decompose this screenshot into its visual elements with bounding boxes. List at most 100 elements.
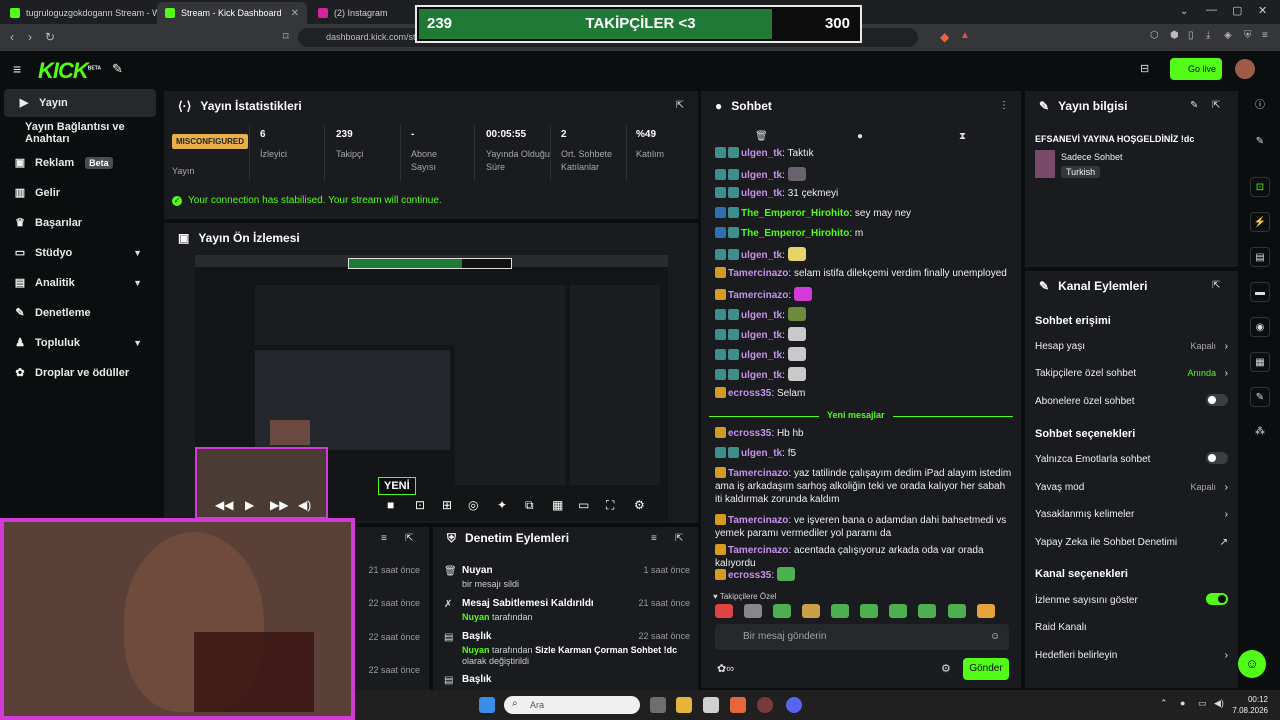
avatar[interactable] — [1235, 59, 1255, 79]
kick-points-icon[interactable]: ✿∞ — [717, 662, 734, 675]
emote-bar[interactable] — [715, 604, 1009, 620]
brave-shield-icon[interactable]: ◆ — [940, 30, 949, 44]
browser-tab[interactable]: tugruloguzgokdogann Stream - Wat — [2, 2, 157, 24]
popout-icon[interactable]: ⇱ — [405, 533, 413, 544]
sidebar-item-topluluk[interactable]: ♟ Topluluk ▼ — [0, 329, 160, 357]
trash-icon[interactable]: 🗑 — [755, 131, 768, 142]
emote-only-row[interactable]: Yalnızca Emotlarla sohbet — [1035, 452, 1228, 465]
kick-logo[interactable]: KICKBETA — [38, 58, 101, 84]
extension-icon[interactable]: ⬡ — [1150, 30, 1159, 41]
app-icon[interactable] — [757, 697, 773, 713]
banned-words-row[interactable]: Yasaklanmış kelimeler › — [1035, 509, 1228, 520]
bookmark-icon[interactable]: ⌑ — [283, 30, 289, 43]
chat-icon[interactable]: ▬ — [1250, 282, 1270, 302]
broadcast-icon[interactable]: ◉ — [1250, 317, 1270, 337]
maximize-icon[interactable]: ▢ — [1232, 4, 1242, 17]
vpn-icon[interactable]: ⛨ — [1244, 30, 1252, 41]
edit-icon[interactable]: ✎ — [1250, 132, 1270, 152]
browser-tab[interactable]: (2) Instagram — [310, 2, 410, 24]
taskbar-search[interactable]: Ara — [504, 696, 640, 714]
sidebar-item-analitik[interactable]: ▤ Analitik ▼ — [0, 269, 160, 297]
brave-icon[interactable] — [730, 697, 746, 713]
filter-icon[interactable]: ≡ — [651, 533, 657, 544]
send-button[interactable]: Gönder — [963, 658, 1009, 680]
sidebar-item-studyo[interactable]: ▭ Stüdyo ▼ — [0, 239, 160, 267]
back-icon[interactable]: ‹ — [10, 30, 14, 44]
sidebar-toggle-icon[interactable]: ▯ — [1188, 30, 1194, 41]
camera-icon[interactable]: ■ — [387, 498, 394, 512]
hamburger-menu-icon[interactable]: ≡ — [13, 61, 21, 77]
ai-moderation-row[interactable]: Yapay Zeka ile Sohbet Denetimi ↗ — [1035, 537, 1228, 548]
scan-icon[interactable]: ⊡ — [1250, 177, 1270, 197]
sidebar-item-denetleme[interactable]: ✎ Denetleme — [0, 299, 160, 327]
sub-chat-toggle[interactable] — [1206, 394, 1228, 406]
edit-icon[interactable]: ✎ — [1190, 100, 1198, 111]
show-viewers-row[interactable]: İzlenme sayısını göster — [1035, 593, 1228, 606]
chat-input[interactable]: Bir mesaj gönderin — [715, 624, 1009, 650]
hourglass-icon[interactable]: ⧗ — [959, 131, 966, 142]
wrench-icon[interactable]: ✎ — [1250, 387, 1270, 407]
forward-icon[interactable]: ▶▶ — [270, 498, 288, 512]
menu-icon[interactable]: ≡ — [1262, 30, 1268, 41]
file-explorer-icon[interactable] — [676, 697, 692, 713]
info-icon[interactable]: ⓘ — [1250, 96, 1270, 116]
task-view-icon[interactable] — [650, 697, 666, 713]
note-icon[interactable]: ▤ — [1250, 247, 1270, 267]
help-button[interactable]: ☺ — [1238, 650, 1266, 678]
show-viewers-toggle[interactable] — [1206, 593, 1228, 605]
volume-icon[interactable]: ◀) — [298, 498, 311, 512]
crop-icon[interactable]: ⊡ — [415, 498, 425, 512]
emote-only-toggle[interactable] — [1206, 452, 1228, 464]
account-age-row[interactable]: Hesap yaşı Kapalı › — [1035, 341, 1228, 352]
reload-icon[interactable]: ↻ — [45, 30, 55, 44]
popout-icon[interactable]: ⇱ — [1212, 280, 1220, 291]
theater-icon[interactable]: ▭ — [578, 498, 589, 512]
window-close-icon[interactable]: ✕ — [1258, 4, 1267, 17]
rewards-icon[interactable]: ▲ — [960, 30, 970, 41]
discord-icon[interactable] — [786, 697, 802, 713]
settings-icon[interactable]: ⚙ — [634, 498, 645, 512]
sidebar-item-stream-key[interactable]: Yayın Bağlantısı ve Anahtarı — [0, 119, 160, 147]
sparkle-icon[interactable]: ✦ — [497, 498, 507, 512]
tray-chevron-icon[interactable]: ⌃ — [1160, 698, 1168, 709]
pip-icon[interactable]: ⧉ — [525, 498, 534, 513]
sidebar-item-yayin[interactable]: ▶ Yayın — [4, 89, 156, 117]
upload-icon[interactable]: ⊟ — [1140, 62, 1149, 75]
browser-tab-active[interactable]: Stream - Kick Dashboard ✕ — [157, 2, 307, 24]
network-icon[interactable]: ▭ — [1198, 698, 1207, 709]
settings-icon[interactable]: ⚙ — [941, 662, 951, 675]
wallet-icon[interactable]: ◈ — [1224, 30, 1232, 41]
sidebar-item-droplar[interactable]: ✿ Droplar ve ödüller — [0, 359, 160, 387]
apps-icon[interactable]: ⁂ — [1250, 422, 1270, 442]
pin-icon[interactable]: ✎ — [112, 61, 123, 77]
sidebar-item-gelir[interactable]: ▥ Gelir — [0, 179, 160, 207]
fullscreen-icon[interactable]: ⛶ — [606, 498, 614, 513]
minimize-icon[interactable]: — — [1206, 4, 1217, 16]
sub-chat-row[interactable]: Abonelere özel sohbet — [1035, 394, 1228, 407]
taskbar-clock[interactable]: 00:12 7.08.2026 — [1232, 694, 1268, 716]
layout-icon[interactable]: ▦ — [1250, 352, 1270, 372]
close-tab-icon[interactable]: ✕ — [291, 8, 299, 19]
downloads-icon[interactable]: ⤓ — [1206, 30, 1210, 41]
rewind-icon[interactable]: ◀◀ — [215, 498, 233, 512]
sidebar-item-reklam[interactable]: ▣ Reklam Beta — [0, 149, 160, 177]
sidebar-item-basarilar[interactable]: ♛ Başarılar — [0, 209, 160, 237]
forward-icon[interactable]: › — [28, 30, 32, 44]
bolt-icon[interactable]: ⚡ — [1250, 212, 1270, 232]
goals-row[interactable]: Hedefleri belirleyin › — [1035, 650, 1228, 661]
filter-icon[interactable]: ◎ — [468, 498, 478, 512]
follower-chat-row[interactable]: Takipçilere özel sohbet Anında › — [1035, 368, 1228, 379]
more-options-icon[interactable]: ⋮ — [999, 100, 1009, 111]
slow-mode-row[interactable]: Yavaş mod Kapalı › — [1035, 482, 1228, 493]
popout-icon[interactable]: ⇱ — [1212, 100, 1220, 111]
grid-icon[interactable]: ⊞ — [442, 498, 452, 512]
emoji-icon[interactable]: ☺ — [990, 631, 1000, 642]
chat-bubble-icon[interactable]: ● — [857, 131, 863, 142]
popout-icon[interactable]: ⇱ — [676, 100, 684, 111]
calculator-icon[interactable] — [703, 697, 719, 713]
filter-icon[interactable]: ≡ — [381, 533, 387, 544]
windows-start-icon[interactable] — [479, 697, 495, 713]
tab-list-icon[interactable]: ⌄ — [1180, 6, 1188, 17]
play-icon[interactable]: ▶ — [245, 498, 254, 512]
extension-icon[interactable]: ⬢ — [1170, 30, 1179, 41]
